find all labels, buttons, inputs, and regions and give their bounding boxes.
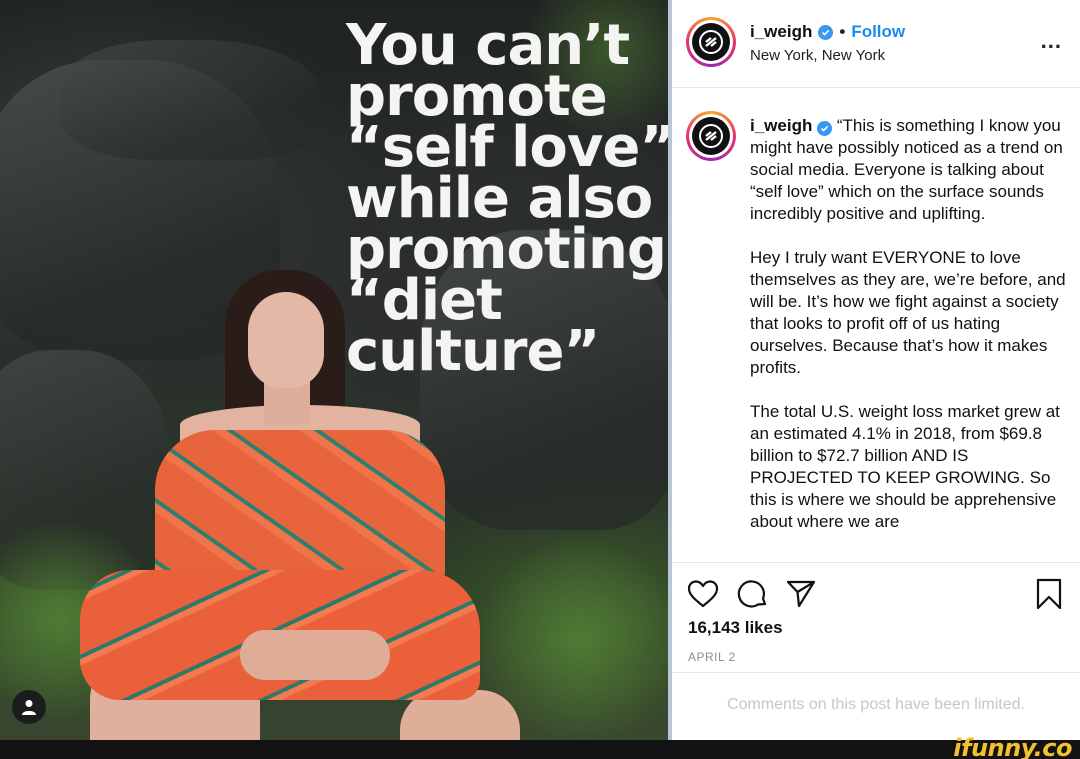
caption-username-link[interactable]: i_weigh	[750, 116, 812, 135]
user-tag-button[interactable]	[12, 690, 46, 724]
header-user-row: i_weigh • Follow	[750, 22, 905, 42]
verified-badge-icon	[818, 24, 834, 40]
ifunny-watermark: ifunny.co	[953, 734, 1072, 759]
bottom-strip	[0, 740, 1080, 759]
i-weigh-logo-icon	[699, 124, 723, 148]
post-date[interactable]: APRIL 2	[688, 650, 736, 664]
quote-line: culture”	[346, 319, 600, 384]
caption-paragraph: i_weigh “This is something I know you mi…	[750, 115, 1068, 225]
caption-paragraph: Hey I truly want EVERYONE to love themse…	[750, 248, 1066, 377]
more-options-button[interactable]: ...	[1041, 28, 1062, 54]
hands	[240, 630, 390, 680]
username-link[interactable]: i_weigh	[750, 22, 812, 42]
verified-badge-icon	[817, 121, 833, 136]
separator-dot: •	[839, 22, 846, 41]
comment-icon	[737, 580, 767, 608]
caption-area[interactable]: i_weigh “This is something I know you mi…	[672, 89, 1080, 563]
follow-button[interactable]: Follow	[851, 22, 905, 42]
location-link[interactable]: New York, New York	[750, 47, 885, 64]
bookmark-icon	[1036, 578, 1062, 610]
post-image[interactable]: You can’t promote “self love” while also…	[0, 0, 668, 740]
save-button[interactable]	[1032, 577, 1066, 611]
face	[248, 292, 324, 388]
post-detail-panel: i_weigh • Follow New York, New York ...	[668, 0, 1080, 740]
rock-shape	[60, 40, 320, 160]
post-header: i_weigh • Follow New York, New York ...	[672, 0, 1080, 88]
comment-button[interactable]	[736, 577, 770, 611]
heart-icon	[687, 580, 719, 608]
share-icon	[786, 580, 816, 608]
caption-text: i_weigh “This is something I know you mi…	[750, 115, 1068, 555]
avatar[interactable]	[686, 111, 736, 161]
screenshot-frame: You can’t promote “self love” while also…	[0, 0, 1080, 759]
user-silhouette-icon	[22, 700, 36, 715]
avatar[interactable]	[686, 17, 736, 67]
caption-paragraph: The total U.S. weight loss market grew a…	[750, 402, 1060, 531]
share-button[interactable]	[784, 577, 818, 611]
i-weigh-logo-icon	[699, 30, 723, 54]
quote-text: You can’t promote “self love” while also…	[346, 18, 668, 384]
comments-limited-notice: Comments on this post have been limited.	[727, 696, 1025, 713]
action-bar: 16,143 likes APRIL 2	[672, 563, 1080, 673]
like-button[interactable]	[686, 577, 720, 611]
likes-count[interactable]: 16,143 likes	[688, 618, 783, 638]
